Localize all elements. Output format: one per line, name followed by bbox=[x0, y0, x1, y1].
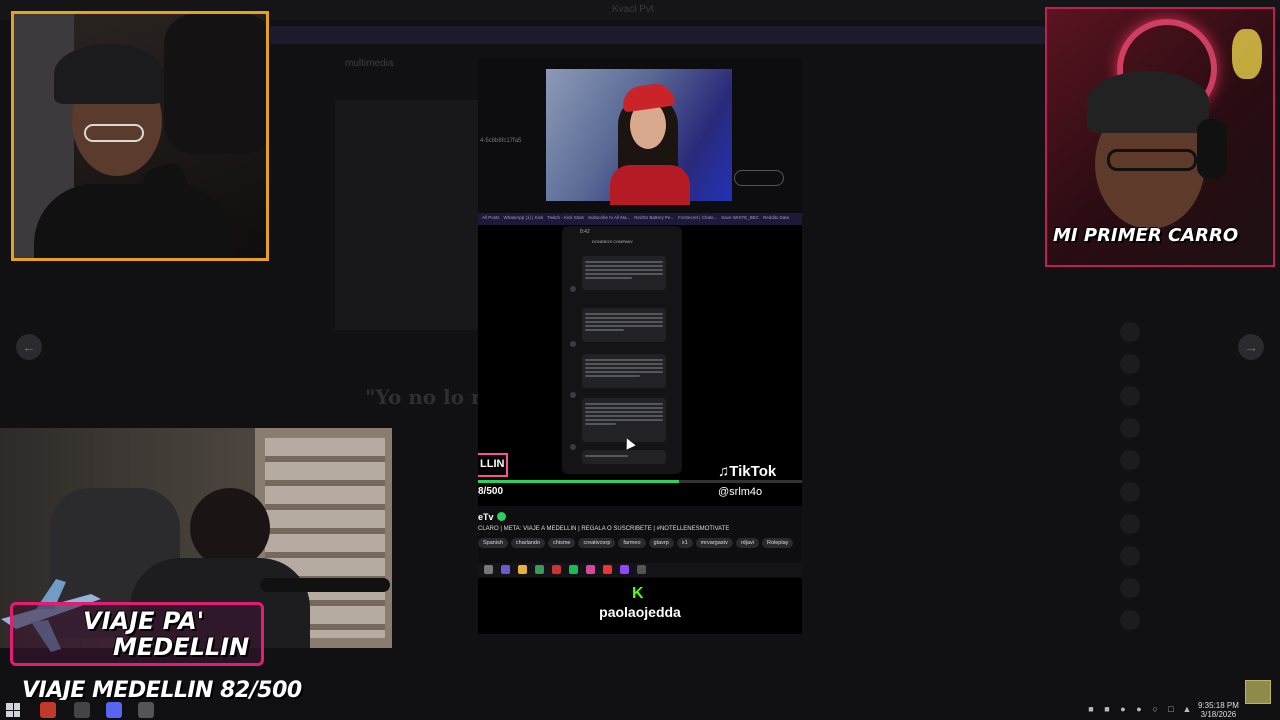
background-banner bbox=[270, 26, 1045, 44]
stream-tag: x1 bbox=[676, 538, 693, 548]
phone-time: 8:42 bbox=[580, 229, 590, 235]
mic-icon[interactable]: ○ bbox=[1150, 704, 1160, 714]
arrow-left-icon[interactable]: ← bbox=[16, 334, 42, 360]
discord-icon[interactable] bbox=[106, 702, 122, 718]
clip-browser-tab: Redditx Data bbox=[762, 215, 789, 220]
window-title: Kvacl Pvt bbox=[612, 4, 654, 15]
clip-browser-tab: All Posts bbox=[482, 215, 500, 220]
clip-browser-tabs: All Posts WhatsApp (1) | Kick Twitch - Kic… bbox=[478, 213, 802, 225]
notification-thumbnail[interactable] bbox=[1245, 680, 1271, 704]
clip-pill bbox=[734, 170, 784, 186]
stream-tag: farmeo bbox=[618, 538, 646, 548]
webcam-top-right: MI PRIMER CARRO bbox=[1045, 7, 1275, 267]
clock-date: 3/18/2026 bbox=[1200, 710, 1237, 719]
taskbar-app-icon[interactable] bbox=[40, 702, 56, 718]
clip-browser-tab: RedStr Battery Pe... bbox=[634, 215, 675, 220]
clip-browser-tab: WhatsApp (1) | Kick bbox=[503, 215, 544, 220]
clip-browser-tab: ForSecret | Chats... bbox=[678, 215, 718, 220]
network-icon[interactable]: □ bbox=[1166, 704, 1176, 714]
tiktok-logo: ♫TikTok bbox=[718, 463, 777, 480]
windows-taskbar: ■ ■ ● ● ○ □ ▲ 9:35:18 PM 3/18/2026 bbox=[0, 700, 1280, 720]
cam-overlay-text: MI PRIMER CARRO bbox=[1053, 225, 1239, 246]
kick-username: paolaojedda bbox=[599, 604, 681, 620]
clip-browser-tab: Twitch - Kick Stats bbox=[547, 215, 584, 220]
clip-browser-tab: Subscribe to All Ma... bbox=[587, 215, 631, 220]
stream-tag: chisme bbox=[548, 538, 576, 548]
phone-header: DONEBOS COMPANY bbox=[592, 239, 634, 244]
verified-icon bbox=[496, 512, 506, 521]
goal-title-line1: VIAJE PA' bbox=[83, 607, 205, 635]
tiktok-handle: @srlm4o bbox=[718, 486, 763, 498]
stream-tag: gtavrp bbox=[648, 538, 674, 548]
stream-tag: rdjavi bbox=[735, 538, 759, 548]
clip-progress-bar bbox=[478, 480, 802, 483]
windows-start-icon[interactable] bbox=[6, 703, 20, 717]
stream-title: CLARO | META: VIAJE A MEDELLIN | REGALA … bbox=[478, 526, 730, 532]
volume-icon[interactable]: ▲ bbox=[1182, 704, 1192, 714]
clip-url: 4-5c8b8fc17fa5 bbox=[480, 138, 522, 144]
taskbar-clock[interactable]: 9:35:18 PM 3/18/2026 bbox=[1198, 701, 1239, 719]
clock-time: 9:35:18 PM bbox=[1198, 701, 1239, 710]
stream-tag: Roleplay bbox=[761, 538, 794, 548]
clip-goal-counter: 8/500 bbox=[478, 486, 504, 497]
system-tray: ■ ■ ● ● ○ □ ▲ bbox=[1086, 704, 1192, 714]
stream-tag: creativosrp bbox=[578, 538, 616, 548]
kick-logo-icon: K bbox=[632, 585, 644, 602]
background-video-player bbox=[335, 100, 480, 330]
tray-icon[interactable]: ● bbox=[1134, 704, 1144, 714]
webcam-top-left bbox=[11, 11, 269, 261]
taskbar-app-icon[interactable] bbox=[74, 702, 90, 718]
clip-phone-screen: 8:42 DONEBOS COMPANY bbox=[562, 226, 682, 474]
goal-title-line2: MEDELLIN bbox=[113, 633, 250, 661]
channel-path: multimedia bbox=[345, 58, 394, 69]
stream-tag: Spanish bbox=[478, 538, 508, 548]
tray-icon[interactable]: ■ bbox=[1086, 704, 1096, 714]
background-member-list bbox=[1110, 310, 1270, 690]
goal-widget: VIAJE PA' MEDELLIN bbox=[10, 602, 264, 666]
stream-tag: charlando bbox=[510, 538, 546, 548]
stream-tags: Spanish charlando chisme creativosrp farmeo g… bbox=[478, 538, 798, 548]
tray-icon[interactable]: ● bbox=[1118, 704, 1128, 714]
tray-icon[interactable]: ■ bbox=[1102, 704, 1112, 714]
tiktok-clip: 4-5c8b8fc17fa5 All Posts WhatsApp (1) | K… bbox=[478, 58, 802, 634]
clip-badge: LLIN bbox=[478, 453, 508, 477]
stream-tag: mrvargastv bbox=[695, 538, 733, 548]
stream-name: eTv bbox=[478, 512, 506, 522]
clip-mini-taskbar bbox=[478, 563, 802, 577]
clip-browser-tab: Save WHITE_BEC bbox=[721, 215, 759, 220]
taskbar-app-icon[interactable] bbox=[138, 702, 154, 718]
clip-streamer-cam bbox=[546, 69, 732, 205]
